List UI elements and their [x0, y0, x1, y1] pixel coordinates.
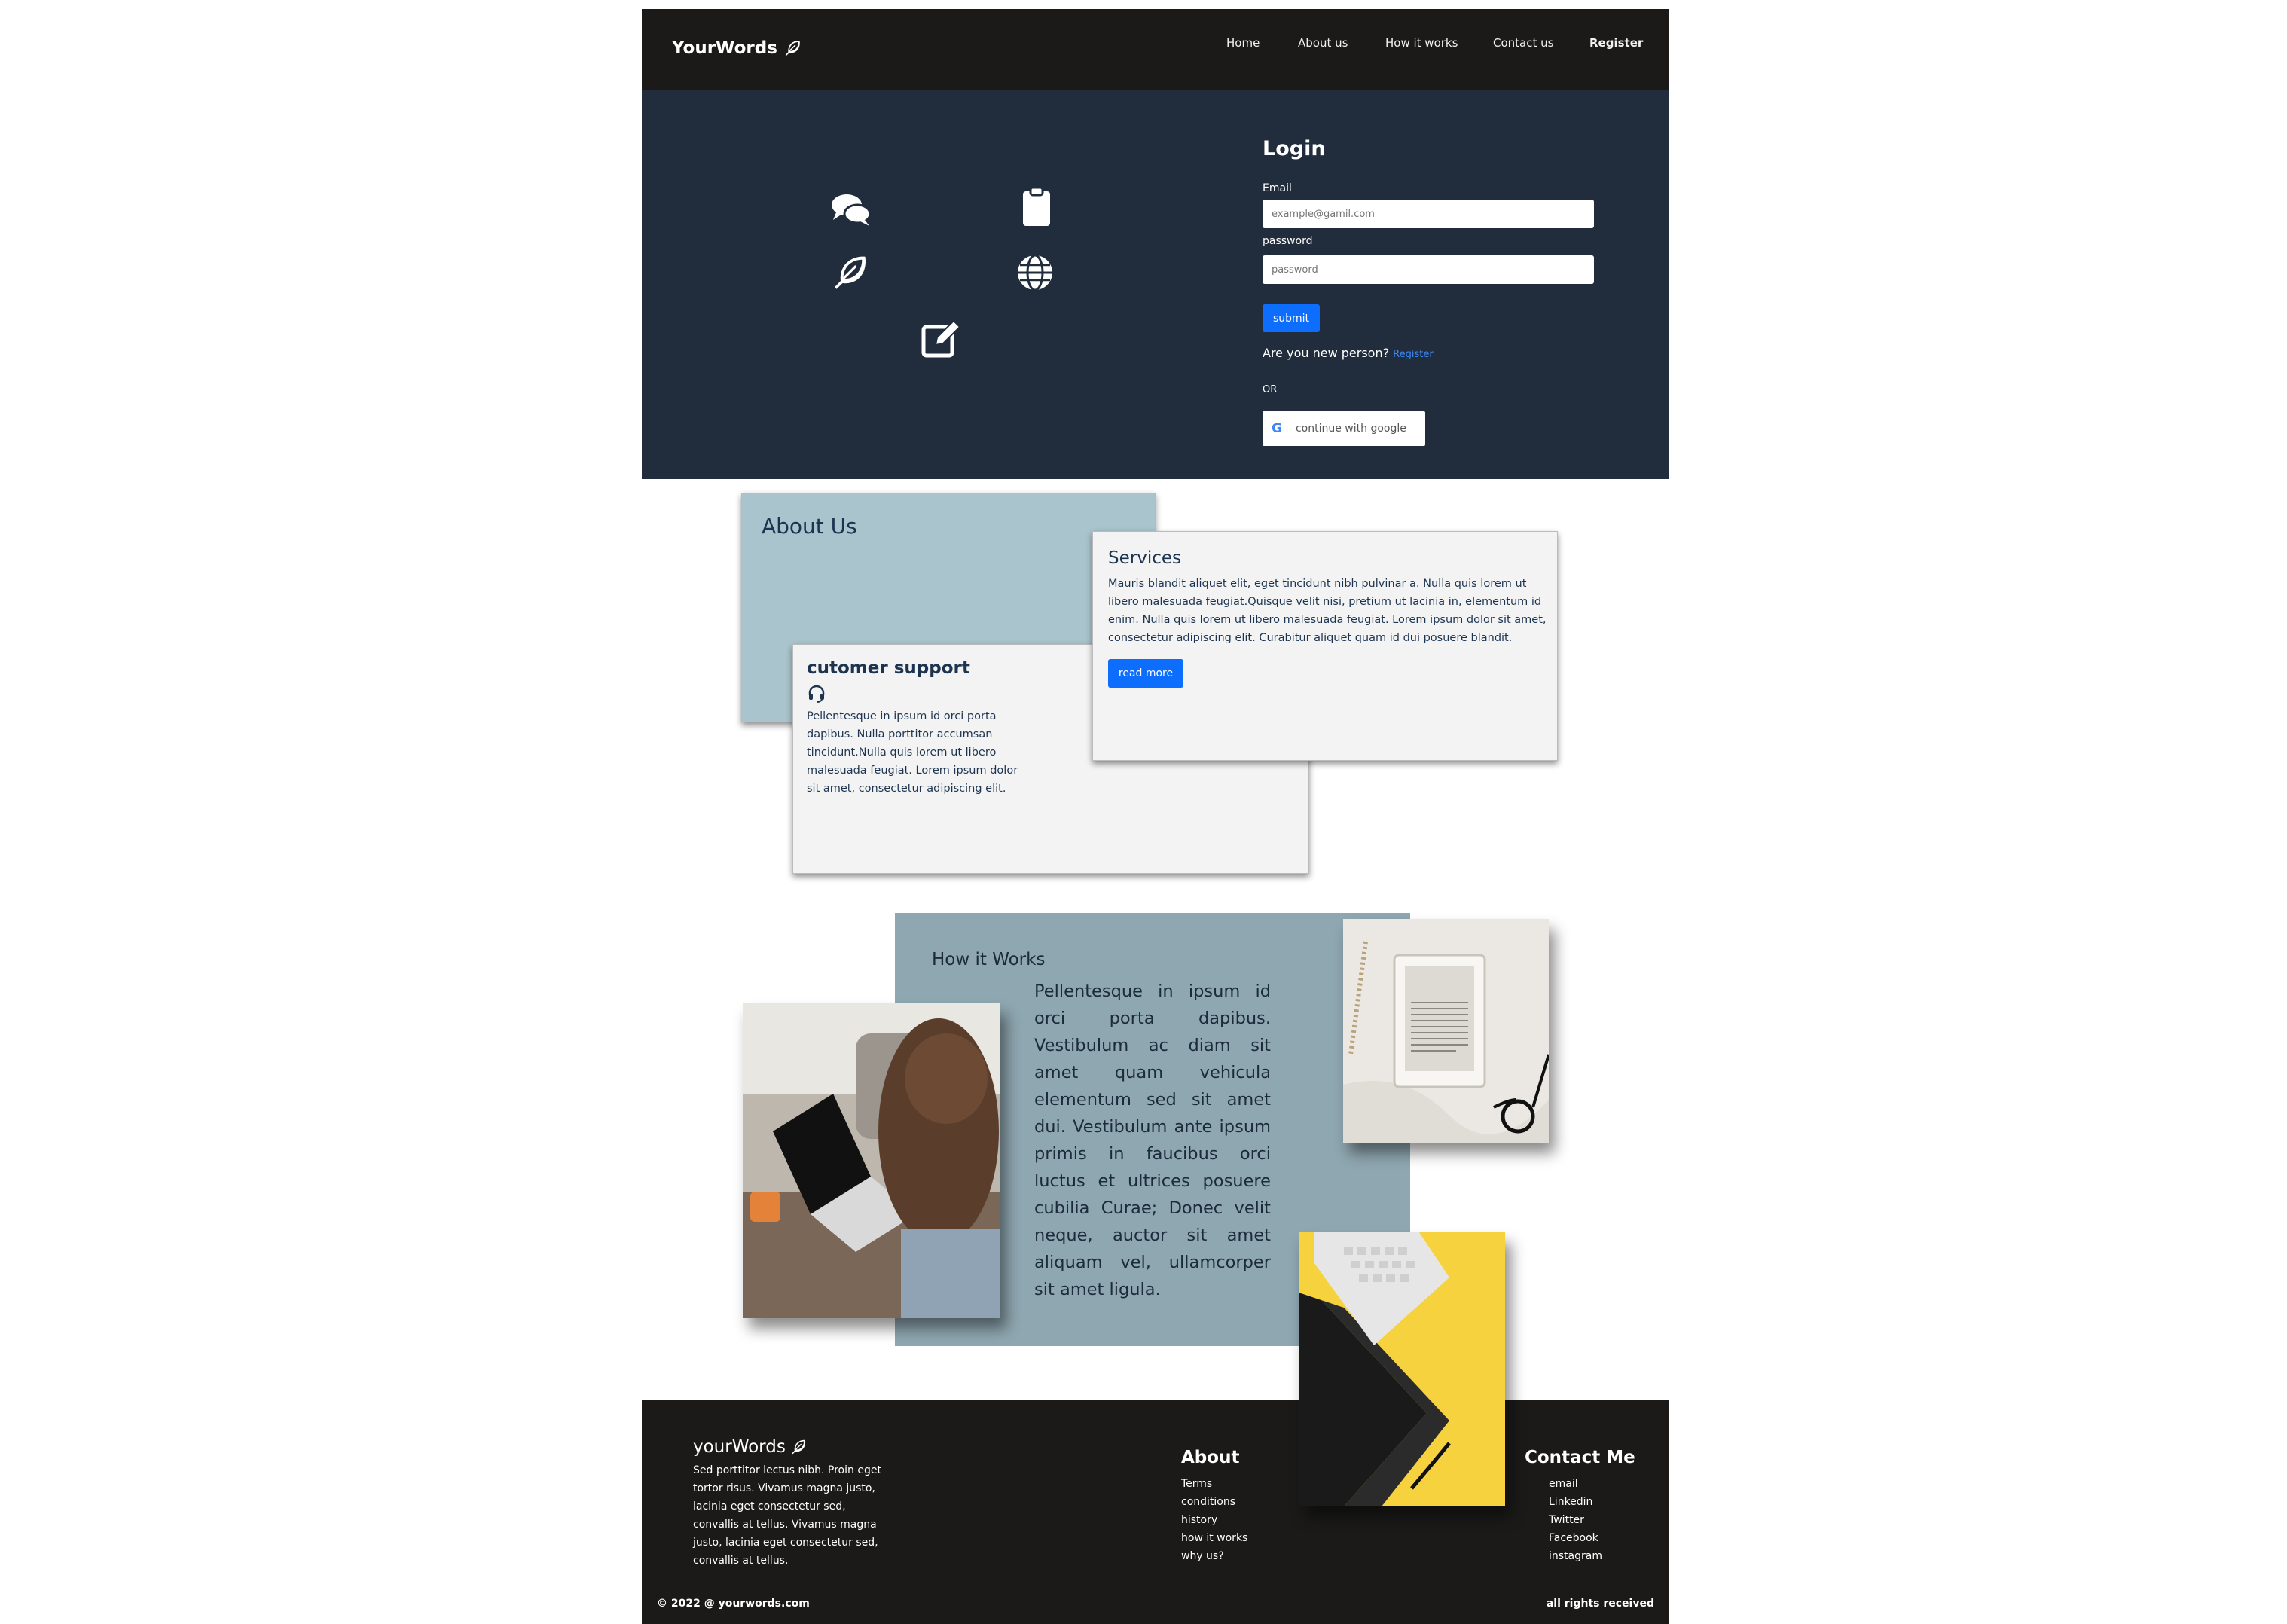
footer: yourWords Sed porttitor lectus nibh. Pro…	[642, 1400, 1669, 1624]
footer-link-history[interactable]: history	[1181, 1511, 1247, 1529]
services-text: Mauris blandit aliquet elit, eget tincid…	[1108, 578, 1547, 644]
nav-link-register[interactable]: Register	[1589, 36, 1643, 50]
email-field[interactable]	[1263, 200, 1594, 228]
footer-description: Sed porttitor lectus nibh. Proin eget to…	[693, 1464, 881, 1567]
nav-link-home[interactable]: Home	[1226, 36, 1260, 50]
google-button[interactable]: G continue with google	[1263, 411, 1425, 446]
footer-contact-heading: Contact Me	[1525, 1448, 1635, 1467]
or-divider: OR	[1263, 384, 1278, 395]
footer-brand: yourWords	[693, 1437, 808, 1457]
navbar: YourWords Home About us How it works Con…	[642, 9, 1669, 90]
footer-about-list: Terms conditions history how it works wh…	[1181, 1475, 1247, 1565]
nav-link-how[interactable]: How it works	[1385, 36, 1458, 50]
photo-keyboard	[1299, 1232, 1505, 1506]
read-more-button[interactable]: read more	[1108, 659, 1183, 688]
nav-link-contact[interactable]: Contact us	[1493, 36, 1553, 50]
footer-contact-list: email Linkedin Twitter Facebook instagra…	[1549, 1475, 1602, 1565]
support-text: Pellentesque in ipsum id orci porta dapi…	[807, 710, 1018, 795]
submit-button[interactable]: submit	[1263, 304, 1320, 332]
password-field[interactable]	[1263, 255, 1594, 284]
brand-name: YourWords	[672, 38, 777, 58]
footer-link-instagram[interactable]: instagram	[1549, 1547, 1602, 1565]
footer-brand-name: yourWords	[693, 1437, 786, 1457]
footer-link-how-it-works[interactable]: how it works	[1181, 1529, 1247, 1547]
headset-icon	[807, 684, 826, 704]
new-person-text: Are you new person? Register	[1263, 346, 1434, 360]
google-button-label: continue with google	[1295, 423, 1406, 435]
hero-section: Login Email password submit Are you new …	[642, 90, 1669, 479]
how-it-works-text: Pellentesque in ipsum id orci porta dapi…	[1034, 981, 1271, 1299]
footer-link-facebook[interactable]: Facebook	[1549, 1529, 1602, 1547]
new-person-label: Are you new person?	[1263, 346, 1390, 360]
edit-icon	[919, 316, 964, 362]
footer-link-why-us[interactable]: why us?	[1181, 1547, 1247, 1565]
feather-icon	[785, 41, 800, 56]
page: YourWords Home About us How it works Con…	[0, 0, 2287, 1624]
support-title: cutomer support	[807, 658, 970, 678]
footer-about-heading: About	[1181, 1448, 1240, 1467]
password-label: password	[1263, 235, 1313, 247]
services-title: Services	[1108, 548, 1181, 568]
email-label: Email	[1263, 182, 1292, 194]
how-it-works-title: How it Works	[932, 950, 1046, 969]
chat-icon	[829, 187, 874, 232]
rights-text: all rights received	[1546, 1598, 1654, 1610]
footer-link-twitter[interactable]: Twitter	[1549, 1511, 1602, 1529]
footer-link-conditions[interactable]: conditions	[1181, 1493, 1247, 1511]
brand-logo[interactable]: YourWords	[672, 38, 803, 59]
register-link[interactable]: Register	[1393, 349, 1434, 360]
footer-link-linkedin[interactable]: Linkedin	[1549, 1493, 1602, 1511]
photo-woman-laptop	[743, 1003, 1000, 1318]
footer-link-email[interactable]: email	[1549, 1475, 1602, 1493]
about-title: About Us	[762, 514, 857, 539]
globe-icon	[1012, 250, 1058, 295]
feather-icon	[827, 250, 872, 295]
feather-icon	[792, 1439, 805, 1455]
copyright: © 2022 @ yourwords.com	[657, 1598, 810, 1610]
photo-ereader	[1343, 919, 1549, 1143]
nav-link-about[interactable]: About us	[1298, 36, 1348, 50]
google-icon: G	[1272, 421, 1282, 436]
footer-link-terms[interactable]: Terms	[1181, 1475, 1247, 1493]
clipboard-icon	[1014, 185, 1059, 230]
services-card: Services Mauris blandit aliquet elit, eg…	[1092, 531, 1558, 761]
login-title: Login	[1263, 137, 1326, 160]
